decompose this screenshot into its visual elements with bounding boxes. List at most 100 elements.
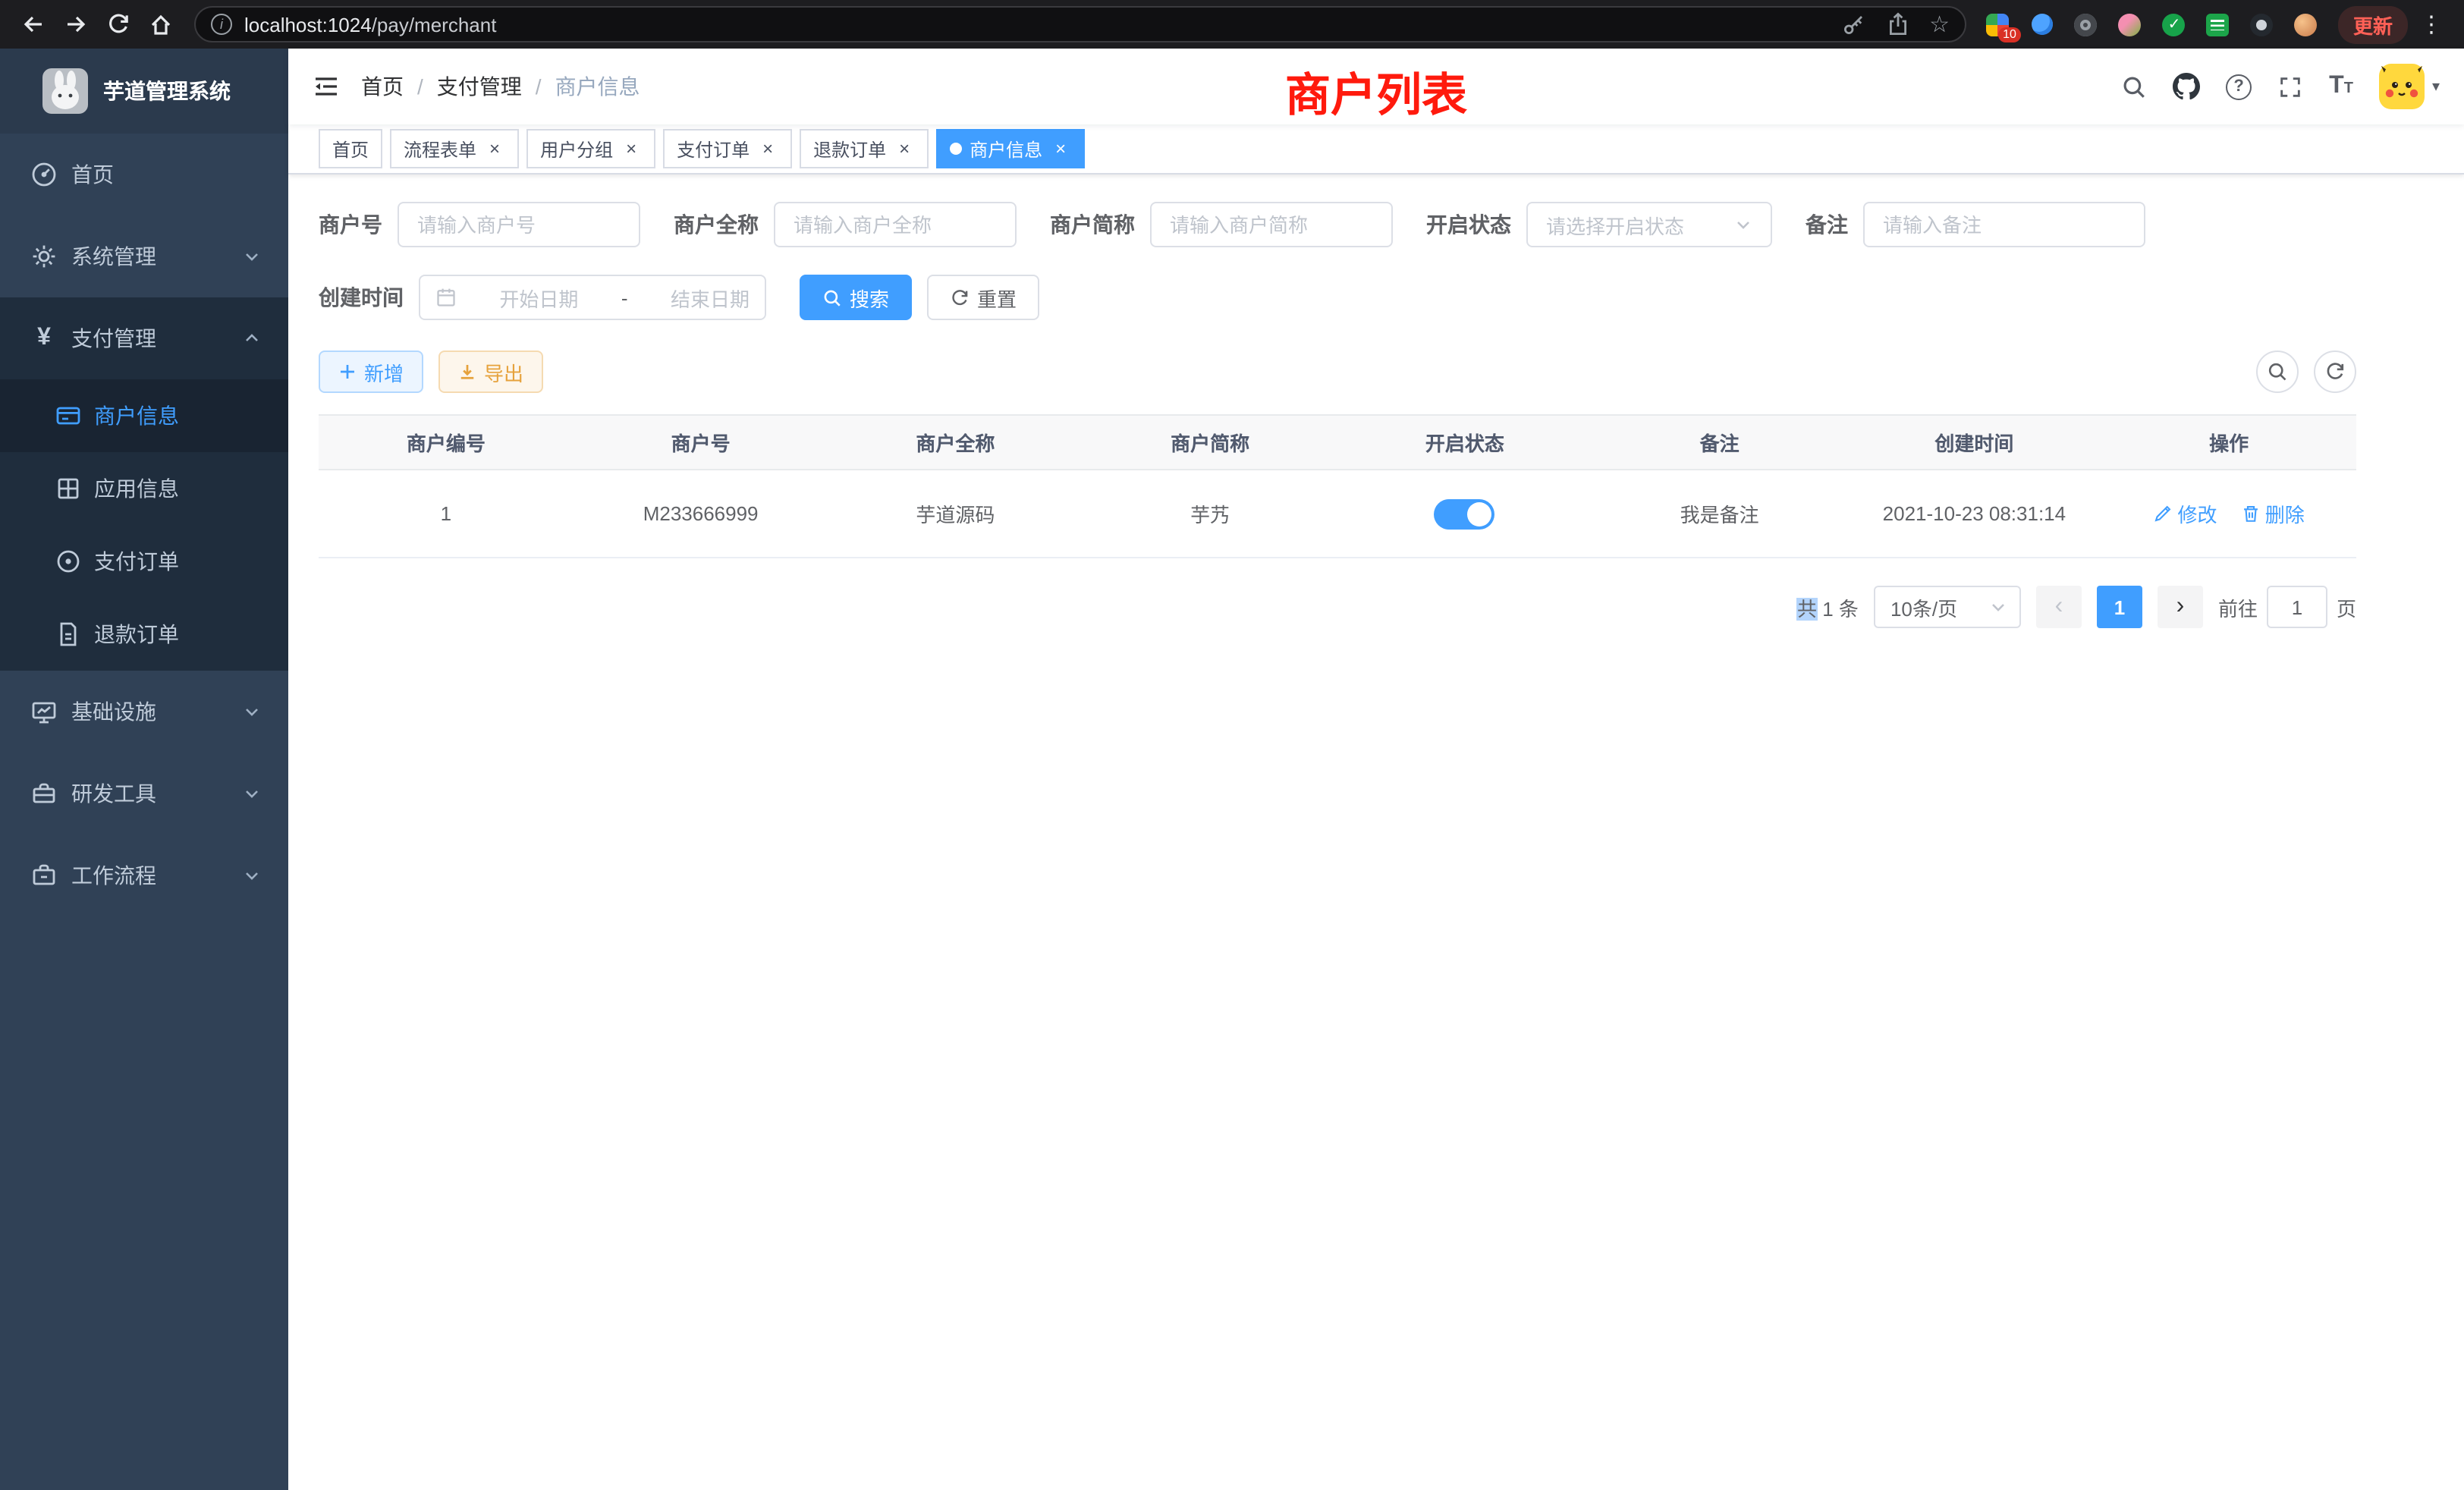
browser-update-button[interactable]: 更新 — [2338, 5, 2408, 43]
site-info-icon[interactable]: i — [211, 14, 232, 35]
calendar-icon — [435, 287, 457, 308]
browser-back-icon[interactable] — [15, 6, 52, 42]
sidebar-item-refund-order[interactable]: 退款订单 — [0, 598, 288, 671]
help-icon[interactable]: ? — [2226, 74, 2252, 99]
sidebar-item-merchant-info[interactable]: 商户信息 — [0, 379, 288, 452]
filter-label-merchant-no: 商户号 — [319, 209, 382, 240]
cell-merchant-id: 1 — [319, 470, 574, 558]
create-time-range-picker[interactable]: 开始日期 - 结束日期 — [419, 275, 766, 320]
extension-drop-icon[interactable] — [2029, 11, 2056, 38]
gear-icon — [30, 243, 58, 270]
next-page-button[interactable]: › — [2158, 586, 2203, 628]
close-icon[interactable]: × — [757, 138, 778, 159]
delete-link[interactable]: 删除 — [2241, 499, 2305, 528]
sidebar: 芋道管理系统 首页 系统管理 — [0, 49, 288, 1490]
status-select[interactable]: 请选择开启状态 — [1526, 202, 1772, 247]
sidebar-item-dev-tools[interactable]: 研发工具 — [0, 753, 288, 835]
cell-full-name: 芋道源码 — [828, 470, 1083, 558]
tab-refund-order[interactable]: 退款订单× — [800, 129, 929, 168]
filter-label-merchant-short: 商户简称 — [1050, 209, 1135, 240]
extension-tabs-icon[interactable]: 10 — [1985, 11, 2012, 38]
edit-link[interactable]: 修改 — [2153, 499, 2217, 528]
sidebar-item-payment[interactable]: ¥ 支付管理 — [0, 297, 288, 379]
search-icon — [822, 288, 842, 307]
download-icon — [458, 363, 476, 381]
tab-process-form[interactable]: 流程表单× — [390, 129, 519, 168]
tab-home[interactable]: 首页 — [319, 129, 382, 168]
close-icon[interactable]: × — [1050, 138, 1071, 159]
sidebar-item-workflow[interactable]: 工作流程 — [0, 835, 288, 916]
font-size-icon[interactable]: TT — [2329, 74, 2353, 99]
search-button[interactable]: 搜索 — [800, 275, 912, 320]
search-icon — [2267, 361, 2288, 382]
close-icon[interactable]: × — [621, 138, 642, 159]
reset-button[interactable]: 重置 — [927, 275, 1039, 320]
search-icon[interactable] — [2121, 74, 2147, 99]
browser-reload-icon[interactable] — [100, 6, 137, 42]
filter-label-merchant-name: 商户全称 — [674, 209, 759, 240]
extension-notes-icon[interactable] — [2205, 11, 2232, 38]
extension-profile-icon[interactable] — [2293, 11, 2320, 38]
extension-dark-icon[interactable] — [2073, 11, 2100, 38]
extension-github-icon[interactable] — [2249, 11, 2276, 38]
sidebar-item-home[interactable]: 首页 — [0, 134, 288, 215]
toggle-search-button[interactable] — [2256, 350, 2299, 393]
fullscreen-icon[interactable] — [2277, 74, 2303, 99]
merchant-name-input[interactable] — [774, 202, 1017, 247]
export-button[interactable]: 导出 — [438, 350, 543, 393]
share-icon[interactable] — [1885, 12, 1909, 36]
close-icon[interactable]: × — [484, 138, 505, 159]
breadcrumb-home[interactable]: 首页 — [361, 71, 404, 102]
pagination-goto: 前往 页 — [2218, 586, 2356, 628]
password-key-icon[interactable] — [1841, 12, 1865, 36]
goto-suffix: 页 — [2337, 593, 2356, 621]
prev-page-button[interactable]: ‹ — [2036, 586, 2082, 628]
close-icon[interactable]: × — [894, 138, 915, 159]
browser-forward-icon[interactable] — [58, 6, 94, 42]
filter-label-remark: 备注 — [1806, 209, 1848, 240]
browser-home-icon[interactable] — [143, 6, 179, 42]
table-header-row: 商户编号 商户号 商户全称 商户简称 开启状态 备注 创建时间 操作 — [319, 415, 2356, 470]
briefcase-icon — [30, 862, 58, 889]
merchant-short-input[interactable] — [1150, 202, 1393, 247]
goto-page-input[interactable] — [2267, 586, 2327, 628]
breadcrumb-payment[interactable]: 支付管理 — [437, 71, 522, 102]
cell-actions: 修改 删除 — [2101, 470, 2356, 558]
extension-avatar-icon[interactable] — [2117, 11, 2144, 38]
cell-merchant-no: M233666999 — [574, 470, 828, 558]
sidebar-item-app-info[interactable]: 应用信息 — [0, 452, 288, 525]
sidebar-item-pay-order[interactable]: 支付订单 — [0, 525, 288, 598]
status-toggle[interactable] — [1435, 498, 1495, 529]
add-button[interactable]: 新增 — [319, 350, 423, 393]
tab-user-group[interactable]: 用户分组× — [526, 129, 655, 168]
remark-input[interactable] — [1863, 202, 2145, 247]
breadcrumb-separator: / — [536, 74, 542, 99]
address-bar[interactable]: i localhost:1024/pay/merchant ☆ — [194, 6, 1966, 42]
extension-check-icon[interactable]: ✓ — [2161, 11, 2188, 38]
dashboard-icon — [30, 161, 58, 188]
sidebar-item-infrastructure[interactable]: 基础设施 — [0, 671, 288, 753]
browser-menu-icon[interactable]: ⋮ — [2414, 11, 2449, 38]
page-1-button[interactable]: 1 — [2097, 586, 2142, 628]
bookmark-star-icon[interactable]: ☆ — [1929, 13, 1950, 36]
payment-submenu: ¥ 支付管理 商户信息 — [0, 297, 288, 671]
col-status: 开启状态 — [1337, 415, 1592, 470]
col-create-time: 创建时间 — [1847, 415, 2102, 470]
refresh-icon — [2324, 361, 2346, 382]
app-logo[interactable]: 芋道管理系统 — [0, 49, 288, 134]
github-icon[interactable] — [2173, 73, 2200, 100]
chevron-down-icon — [1989, 598, 2007, 616]
user-menu[interactable]: ▾ — [2379, 64, 2440, 109]
tab-pay-order[interactable]: 支付订单× — [663, 129, 792, 168]
refresh-table-button[interactable] — [2314, 350, 2356, 393]
cell-short-name: 芋艿 — [1083, 470, 1337, 558]
tab-merchant-info[interactable]: 商户信息× — [936, 129, 1085, 168]
merchant-no-input[interactable] — [398, 202, 640, 247]
sidebar-item-system[interactable]: 系统管理 — [0, 215, 288, 297]
chevron-down-icon — [243, 703, 261, 721]
date-start-placeholder: 开始日期 — [499, 283, 578, 312]
hamburger-icon[interactable] — [313, 73, 340, 100]
search-form: 商户号 商户全称 商户简称 开启状态 请选择开启状态 — [319, 202, 2356, 347]
col-full-name: 商户全称 — [828, 415, 1083, 470]
page-size-select[interactable]: 10条/页 — [1874, 586, 2021, 628]
